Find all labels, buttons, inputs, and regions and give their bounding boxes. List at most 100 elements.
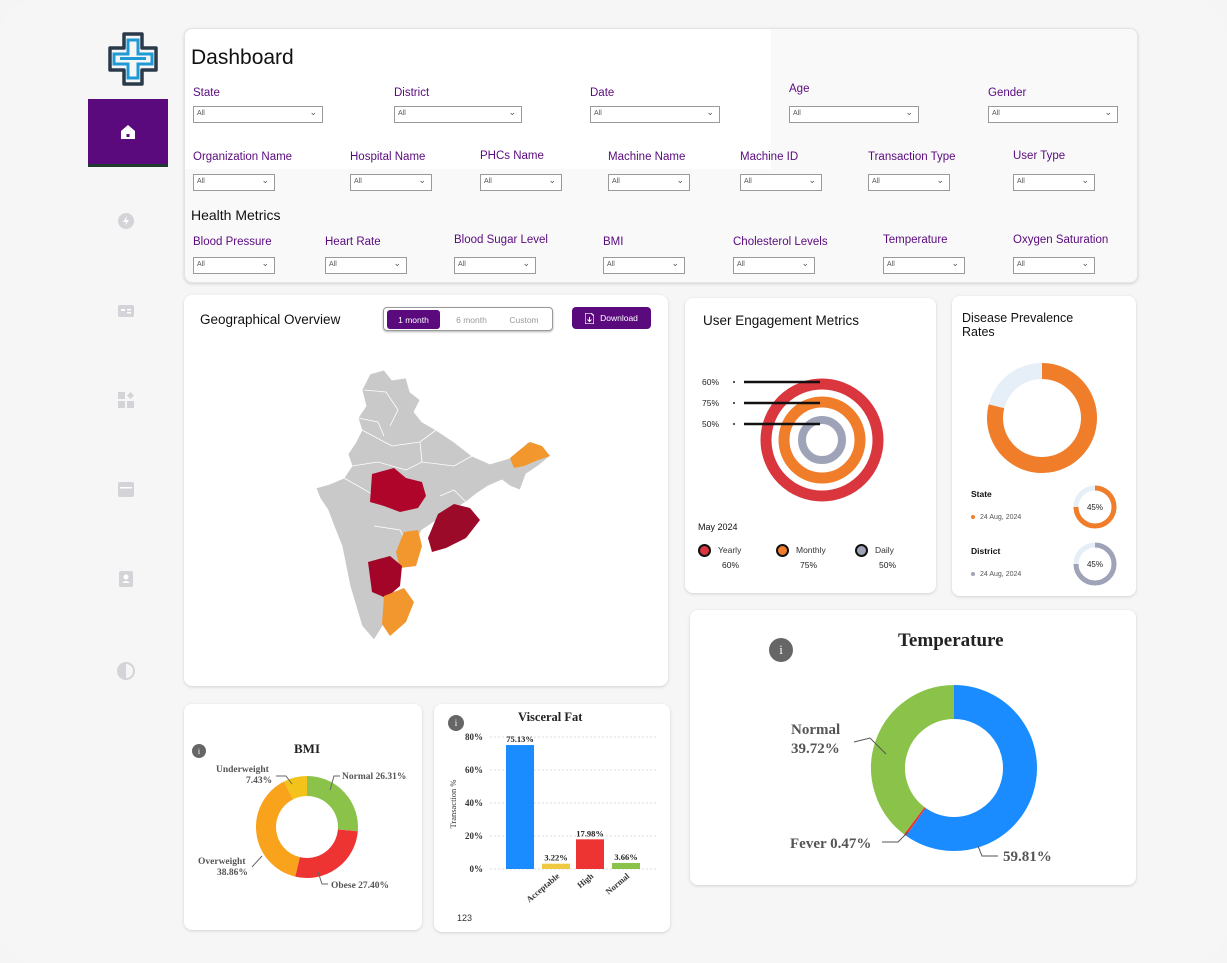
- filter-label: BMI: [603, 236, 624, 248]
- filter-select-value: All: [197, 178, 205, 185]
- leader-high: [977, 845, 998, 857]
- filter-select[interactable]: All ⌄: [789, 106, 919, 123]
- bar[interactable]: [576, 839, 604, 869]
- filter-select-value: All: [1017, 178, 1025, 185]
- filter-select[interactable]: All ⌄: [603, 257, 685, 274]
- filter-select-value: All: [594, 110, 602, 117]
- mini-ring-value: 45%: [1087, 503, 1103, 512]
- bar-value-label: 3.66%: [614, 852, 637, 862]
- bmi-slice[interactable]: [295, 828, 358, 878]
- bmi-donut[interactable]: Underweight7.43% Normal 26.31% Overweight3…: [184, 704, 422, 930]
- filter-select-value: All: [197, 110, 205, 117]
- contrast-icon[interactable]: [116, 661, 136, 681]
- filter-select[interactable]: All ⌄: [480, 174, 562, 191]
- legend-value: 75%: [800, 560, 818, 570]
- filter-select[interactable]: All ⌄: [868, 174, 950, 191]
- engagement-title: User Engagement Metrics: [703, 313, 860, 328]
- engagement-ring[interactable]: [778, 396, 866, 484]
- filter-select[interactable]: All ⌄: [193, 174, 275, 191]
- id-card-icon[interactable]: [116, 301, 136, 321]
- chevron-down-icon: ⌄: [508, 107, 516, 117]
- temperature-slice[interactable]: [904, 807, 926, 836]
- filter-select[interactable]: All ⌄: [740, 174, 822, 191]
- archive-icon[interactable]: [116, 479, 136, 499]
- filter-label: Heart Rate: [325, 236, 381, 248]
- filter-select[interactable]: All ⌄: [193, 106, 323, 123]
- filter-select[interactable]: All ⌄: [608, 174, 690, 191]
- legend-item-monthly[interactable]: Monthly 75%: [776, 544, 846, 574]
- filter-select-value: All: [1017, 261, 1025, 268]
- bar[interactable]: [542, 863, 570, 869]
- legend-item-daily[interactable]: Daily 50%: [855, 544, 925, 574]
- chevron-down-icon: ⌄: [261, 175, 269, 185]
- filter-label: Cholesterol Levels: [733, 236, 828, 248]
- bmi-slice[interactable]: [306, 776, 358, 832]
- bar[interactable]: [612, 862, 640, 869]
- range-custom[interactable]: Custom: [499, 310, 549, 329]
- filter-select[interactable]: All ⌄: [350, 174, 432, 191]
- chevron-down-icon: ⌄: [1081, 258, 1089, 268]
- temperature-slice[interactable]: [871, 685, 955, 835]
- visceral-bar-chart[interactable]: 0% 20% 40% 60% 80% Transaction % 75.13% 3.22% Ac…: [434, 704, 670, 914]
- filters-panel: Dashboard State All ⌄ District All ⌄ Date All ⌄ A…: [184, 28, 1138, 283]
- legend-item-yearly[interactable]: Yearly 60%: [698, 544, 768, 574]
- legend-swatch: [698, 544, 711, 557]
- filter-select-value: All: [887, 261, 895, 268]
- bar[interactable]: [506, 745, 534, 869]
- filter-label: Gender: [988, 87, 1027, 99]
- geo-title: Geographical Overview: [200, 312, 341, 327]
- chevron-down-icon: ⌄: [808, 175, 816, 185]
- ring-label: 50%: [702, 419, 719, 429]
- legend-value: 60%: [722, 560, 740, 570]
- filter-label: Date: [590, 87, 615, 99]
- filter-label: Blood Pressure: [193, 236, 272, 248]
- legend-value: 50%: [879, 560, 897, 570]
- filter-label: PHCs Name: [480, 150, 544, 162]
- filter-select[interactable]: All ⌄: [883, 257, 965, 274]
- disease-card: Disease Prevalence Rates 45% State 24 Aug,…: [952, 296, 1136, 596]
- label-fever: Fever 0.47%: [790, 836, 871, 852]
- filter-select-value: All: [872, 178, 880, 185]
- temperature-card: i Temperature Normal 39.72% Fever 0.47% 59.…: [690, 610, 1136, 885]
- y-axis-label: Transaction %: [448, 779, 458, 828]
- geo-card: Geographical Overview 1 month 6 month Cu…: [184, 295, 668, 686]
- temperature-donut[interactable]: Normal 39.72% Fever 0.47% 59.81%: [690, 610, 1136, 885]
- download-button[interactable]: Download: [572, 307, 651, 329]
- label-underweight-name: Underweight: [216, 765, 270, 775]
- chevron-down-icon: ⌄: [676, 175, 684, 185]
- contacts-icon[interactable]: [116, 569, 136, 589]
- filter-select[interactable]: All ⌄: [590, 106, 720, 123]
- filter-select[interactable]: All ⌄: [988, 106, 1118, 123]
- filter-select[interactable]: All ⌄: [193, 257, 275, 274]
- y-tick: 20%: [465, 831, 483, 841]
- filter-select[interactable]: All ⌄: [454, 257, 536, 274]
- filter-label: Machine Name: [608, 151, 686, 163]
- filter-label: State: [193, 87, 220, 99]
- chevron-down-icon: ⌄: [706, 107, 714, 117]
- filter-select[interactable]: All ⌄: [325, 257, 407, 274]
- filter-select[interactable]: All ⌄: [1013, 257, 1095, 274]
- bolt-icon[interactable]: [116, 211, 136, 231]
- engagement-ring[interactable]: [798, 416, 846, 464]
- india-map[interactable]: [314, 370, 564, 650]
- chevron-down-icon: ⌄: [905, 107, 913, 117]
- bmi-slice[interactable]: [256, 781, 301, 877]
- bmi-slice[interactable]: [284, 776, 308, 800]
- ring-label-dot: [733, 381, 735, 383]
- page-title: Dashboard: [191, 46, 294, 69]
- legend-name: Yearly: [718, 545, 742, 555]
- leader-overweight: [251, 855, 263, 868]
- filter-select[interactable]: All ⌄: [394, 106, 522, 123]
- disease-charts[interactable]: 45% State 24 Aug, 2024 45% District 24 Aug, 2…: [952, 296, 1136, 596]
- range-1-month[interactable]: 1 month: [387, 310, 440, 329]
- widgets-icon[interactable]: [116, 390, 136, 410]
- engagement-rings[interactable]: 60% 75% 50%: [685, 358, 936, 518]
- filter-select-value: All: [992, 110, 1000, 117]
- nav-home[interactable]: [88, 99, 168, 167]
- filter-select[interactable]: All ⌄: [733, 257, 815, 274]
- filter-label: Machine ID: [740, 151, 799, 163]
- range-6-month[interactable]: 6 month: [444, 310, 499, 329]
- filter-select[interactable]: All ⌄: [1013, 174, 1095, 191]
- x-tick: High: [575, 871, 595, 890]
- legend-name: Daily: [875, 545, 894, 555]
